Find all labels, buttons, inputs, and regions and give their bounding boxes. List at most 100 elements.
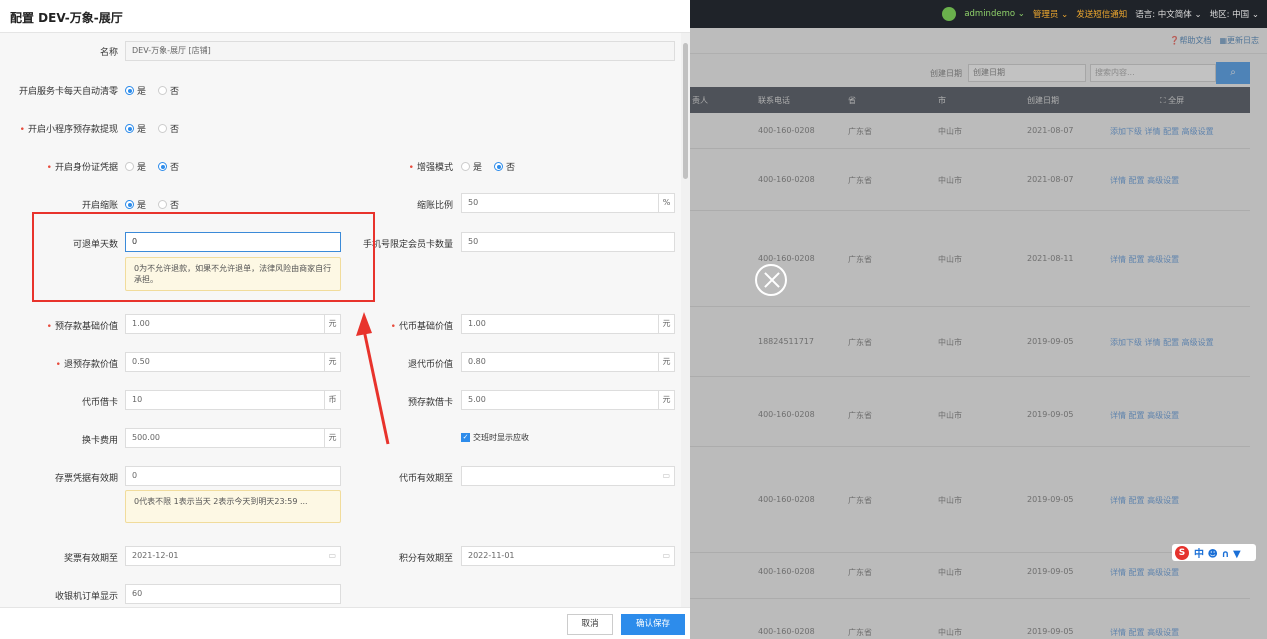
auto-clear-yes-radio[interactable] <box>125 86 134 95</box>
change-fee-input[interactable]: 500.00 元 <box>125 428 341 448</box>
points-valid-date-input[interactable]: 2022-11-01 ▭ <box>461 546 675 566</box>
calendar-icon: ▭ <box>662 471 670 480</box>
cashier-input[interactable]: 60 <box>125 584 341 604</box>
shrink-ratio-label: 缩账比例 <box>416 201 453 211</box>
yuan-unit: 元 <box>324 315 340 333</box>
shift-receivable-checkbox[interactable]: ✓ 交班时显示应收 <box>461 432 529 443</box>
refund-deposit-value: 0.50 <box>132 357 150 366</box>
coin-loan-input[interactable]: 10 币 <box>125 390 341 410</box>
radio-label: 否 <box>506 163 516 173</box>
avatar[interactable] <box>942 7 957 21</box>
refund-deposit-label: • 退预存款价值 <box>55 360 118 370</box>
auto-clear-no-radio[interactable] <box>158 86 168 95</box>
enhanced-mode-radio-group: 是 否 <box>461 160 515 173</box>
name-field: DEV-万象-展厅 [店铺] <box>125 41 675 61</box>
refund-days-label: 可退单天数 <box>72 240 118 250</box>
refund-coin-label: 退代币价值 <box>407 360 453 370</box>
deposit-base-value: 1.00 <box>132 319 150 328</box>
yuan-unit: 元 <box>658 353 674 371</box>
close-icon[interactable] <box>755 264 787 296</box>
radio-label: 是 <box>137 87 147 97</box>
shrink-no-radio[interactable] <box>158 200 168 209</box>
sms-link[interactable]: 发送短信通知 <box>1076 8 1127 20</box>
coin-loan-value: 10 <box>132 395 143 404</box>
dialog-title: 配置 DEV-万象-展厅 <box>10 11 123 25</box>
auto-clear-label: 开启服务卡每天自动清零 <box>18 87 118 97</box>
dialog-body: 名称 DEV-万象-展厅 [店铺] 开启服务卡每天自动清零 是 否 • 开启小程序… <box>0 33 681 607</box>
points-valid-label: 积分有效期至 <box>398 554 453 564</box>
yuan-unit: 元 <box>324 353 340 371</box>
radio-label: 是 <box>137 163 147 173</box>
coin-valid-label: 代币有效期至 <box>398 474 453 484</box>
user-menu[interactable]: admindemo ⌄ <box>964 9 1025 19</box>
language-menu[interactable]: 语言: 中文简体 ⌄ <box>1135 8 1201 20</box>
role-menu[interactable]: 管理员 ⌄ <box>1033 8 1068 20</box>
dialog-footer: 取消 确认保存 <box>0 607 690 639</box>
enhanced-mode-label: • 增强模式 <box>408 163 453 173</box>
id-cert-no-radio[interactable] <box>158 162 168 171</box>
deposit-loan-value: 5.00 <box>468 395 486 404</box>
coin-base-label: • 代币基础价值 <box>390 322 453 332</box>
coin-loan-label: 代币借卡 <box>81 398 118 408</box>
name-label: 名称 <box>99 48 118 58</box>
refund-days-tip: 0为不允许退款，如果不允许退单，法律风险由商家自行承担。 <box>125 257 341 291</box>
yuan-unit: 元 <box>324 429 340 447</box>
prize-valid-label: 奖票有效期至 <box>63 554 118 564</box>
refund-coin-value: 0.80 <box>468 357 486 366</box>
change-fee-value: 500.00 <box>132 433 160 442</box>
ime-tools: 中 ☻ ∩ ▼ <box>1194 549 1241 560</box>
change-fee-label: 换卡费用 <box>81 436 118 446</box>
enhanced-mode-text: 增强模式 <box>416 163 453 173</box>
config-dialog: 配置 DEV-万象-展厅 名称 DEV-万象-展厅 [店铺] 开启服务卡每天自动… <box>0 0 690 639</box>
deposit-base-input[interactable]: 1.00 元 <box>125 314 341 334</box>
mini-withdraw-label: • 开启小程序预存款提现 <box>19 125 118 135</box>
id-cert-radio-group: 是 否 <box>125 160 179 173</box>
radio-label: 是 <box>137 201 147 211</box>
enhanced-yes-radio[interactable] <box>461 162 470 171</box>
region-menu[interactable]: 地区: 中国 ⌄ <box>1210 8 1259 20</box>
shrink-ratio-value: 50 <box>468 198 479 207</box>
calendar-icon: ▭ <box>662 551 670 560</box>
deposit-loan-input[interactable]: 5.00 元 <box>461 390 675 410</box>
percent-unit: % <box>658 194 674 212</box>
refund-deposit-text: 退预存款价值 <box>63 360 118 370</box>
member-card-label: 手机号限定会员卡数量 <box>362 240 453 250</box>
deposit-base-text: 预存款基础价值 <box>54 322 118 332</box>
prize-valid-date-input[interactable]: 2021-12-01 ▭ <box>125 546 341 566</box>
cashier-label: 收银机订单显示 <box>54 592 118 602</box>
ticket-valid-tip: 0代表不限 1表示当天 2表示今天到明天23:59 ... <box>125 490 341 523</box>
dialog-scrollbar[interactable] <box>681 33 690 607</box>
shrink-label: 开启缩账 <box>81 201 118 211</box>
confirm-save-button[interactable]: 确认保存 <box>621 614 685 635</box>
coin-valid-date-input[interactable]: ▭ <box>461 466 675 486</box>
coin-unit: 币 <box>324 391 340 409</box>
radio-label: 否 <box>170 163 180 173</box>
points-valid-value: 2022-11-01 <box>468 551 515 560</box>
coin-base-input[interactable]: 1.00 元 <box>461 314 675 334</box>
id-cert-label: • 开启身份证凭据 <box>46 163 118 173</box>
id-cert-yes-radio[interactable] <box>125 162 134 171</box>
deposit-base-label: • 预存款基础价值 <box>46 322 118 332</box>
cancel-button[interactable]: 取消 <box>567 614 613 635</box>
auto-clear-radio-group: 是 否 <box>125 84 179 97</box>
radio-label: 否 <box>170 125 180 135</box>
refund-coin-input[interactable]: 0.80 元 <box>461 352 675 372</box>
check-icon: ✓ <box>461 433 470 442</box>
scrollbar-thumb[interactable] <box>683 43 688 179</box>
ticket-valid-input[interactable]: 0 <box>125 466 341 486</box>
refund-deposit-input[interactable]: 0.50 元 <box>125 352 341 372</box>
ime-toolbar[interactable]: S 中 ☻ ∩ ▼ <box>1172 544 1256 561</box>
prize-valid-value: 2021-12-01 <box>132 551 179 560</box>
yuan-unit: 元 <box>658 315 674 333</box>
shift-receivable-label: 交班时显示应收 <box>473 433 529 442</box>
enhanced-no-radio[interactable] <box>494 162 504 171</box>
refund-days-input[interactable]: 0 <box>125 232 341 252</box>
mini-withdraw-no-radio[interactable] <box>158 124 168 133</box>
shrink-ratio-input[interactable]: 50 % <box>461 193 675 213</box>
shrink-yes-radio[interactable] <box>125 200 134 209</box>
yuan-unit: 元 <box>658 391 674 409</box>
member-card-input[interactable]: 50 <box>461 232 675 252</box>
radio-label: 是 <box>473 163 483 173</box>
mini-withdraw-yes-radio[interactable] <box>125 124 134 133</box>
ticket-valid-label: 存票凭据有效期 <box>54 474 118 484</box>
